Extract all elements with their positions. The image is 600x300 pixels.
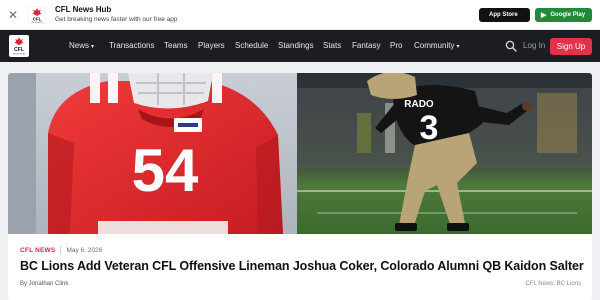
nav-item-fantasy[interactable]: Fantasy (352, 41, 380, 50)
hero-image-right: RADO 3 (297, 73, 592, 234)
svg-text:NEWS HUB: NEWS HUB (13, 54, 25, 56)
jersey-number-54: 54 (132, 137, 199, 204)
svg-text:CFL: CFL (14, 47, 24, 53)
app-store-button[interactable]: App Store (479, 8, 530, 22)
login-link[interactable]: Log In (523, 41, 545, 50)
nav-item-players[interactable]: Players (198, 41, 225, 50)
nav-item-community[interactable]: Community ▾ (414, 41, 459, 50)
search-icon[interactable] (505, 40, 517, 52)
cfl-logo-icon: CFL NEWS HUB (13, 37, 25, 56)
nav-item-pro[interactable]: Pro (390, 41, 402, 50)
quarterback-photo: RADO 3 (297, 73, 592, 234)
lineman-photo: 54 (8, 73, 297, 234)
cfl-news-hub-logo: CFL NEWS HUB (28, 5, 46, 24)
main-navigation: CFL NEWS HUB News ▾ Transactions Teams Pl… (0, 30, 600, 62)
signup-button[interactable]: Sign Up (550, 38, 592, 55)
nav-item-teams[interactable]: Teams (164, 41, 188, 50)
svg-text:NEWS HUB: NEWS HUB (32, 22, 43, 24)
banner-title: CFL News Hub (55, 4, 112, 14)
nav-item-stats[interactable]: Stats (323, 41, 341, 50)
article-byline: By Jonathan Clink (20, 281, 69, 287)
app-download-banner: ✕ CFL NEWS HUB CFL News Hub Get breaking… (0, 0, 600, 30)
banner-subtitle: Get breaking news faster with our free a… (55, 15, 178, 23)
close-banner-icon[interactable]: ✕ (0, 8, 26, 22)
article-date: May 6, 2026 (66, 246, 103, 254)
google-play-button[interactable]: ▶ Google Play (535, 8, 592, 22)
article-tags: CFL News, BC Lions (525, 281, 581, 287)
play-icon: ▶ (541, 12, 547, 19)
nav-item-schedule[interactable]: Schedule (235, 41, 268, 50)
meta-divider (60, 246, 62, 254)
hero-image[interactable]: 54 RADO 3 (8, 73, 592, 234)
svg-text:CFL: CFL (33, 16, 42, 21)
category-label[interactable]: CFL NEWS (20, 247, 55, 254)
article-headline[interactable]: BC Lions Add Veteran CFL Offensive Linem… (20, 259, 590, 273)
site-logo[interactable]: CFL NEWS HUB (9, 35, 29, 57)
chevron-down-icon: ▾ (456, 44, 460, 50)
nav-item-transactions[interactable]: Transactions (109, 41, 155, 50)
nav-item-news[interactable]: News ▾ (69, 41, 94, 50)
nav-item-standings[interactable]: Standings (278, 41, 314, 50)
article-meta: CFL NEWS May 6, 2026 (20, 246, 102, 254)
chevron-down-icon: ▾ (91, 44, 95, 50)
hero-image-left: 54 (8, 73, 297, 234)
